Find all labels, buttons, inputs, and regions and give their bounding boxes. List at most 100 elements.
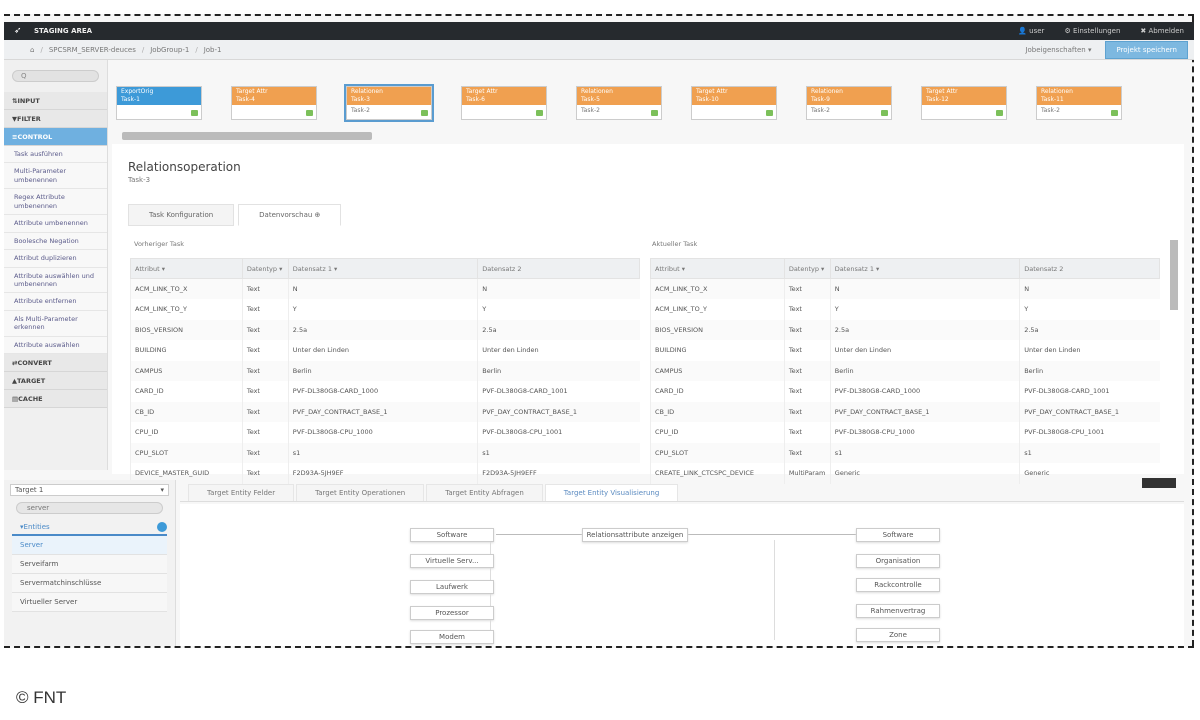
column-header[interactable]: Datensatz 2 xyxy=(477,258,640,279)
breadcrumb-item[interactable]: Job-1 xyxy=(204,46,222,54)
entities-header[interactable]: ▾ Entities xyxy=(12,520,167,536)
task-flow-scrollbar[interactable] xyxy=(122,132,372,140)
table-cell: PVF_DAY_CONTRACT_BASE_1 xyxy=(287,401,478,422)
tab-entity-queries[interactable]: Target Entity Abfragen xyxy=(426,484,543,501)
sidebar-item[interactable]: Attribute entfernen xyxy=(4,293,107,311)
entity-item[interactable]: Servermatchinschlüsse xyxy=(12,574,167,593)
task-node[interactable]: Relationen Task-9 Task-2 xyxy=(806,86,892,120)
table-cell: PVF-DL380G8-CARD_1000 xyxy=(829,381,1020,402)
task-node[interactable]: Target Attr Task-12 xyxy=(921,86,1007,120)
category-input[interactable]: ⇅ INPUT xyxy=(4,92,107,110)
sidebar-item[interactable]: Multi-Parameter umbenennen xyxy=(4,163,107,190)
settings-link[interactable]: ⚙ Einstellungen xyxy=(1064,27,1120,35)
table-row: BIOS_VERSION Text 2.5a 2.5a xyxy=(650,319,1160,340)
entity-item[interactable]: Serveifarm xyxy=(12,555,167,574)
rocket-icon: ➶ xyxy=(14,26,22,36)
task-header: Target Attr Task-4 xyxy=(232,87,316,105)
tab-entity-operations[interactable]: Target Entity Operationen xyxy=(296,484,425,501)
task-header: Relationen Task-5 xyxy=(577,87,661,105)
connector xyxy=(688,534,856,535)
sidebar-item[interactable]: Attribute umbenennen xyxy=(4,215,107,233)
task-node[interactable]: Target Attr Task-4 xyxy=(231,86,317,120)
table-cell: Y xyxy=(287,299,478,320)
task-node[interactable]: Relationen Task-11 Task-2 xyxy=(1036,86,1122,120)
category-convert[interactable]: ⇄ CONVERT xyxy=(4,354,107,373)
table-cell: N xyxy=(829,278,1020,299)
table-cell: 2.5a xyxy=(829,319,1020,340)
table-cell: PVF-DL380G8-CPU_1001 xyxy=(477,422,640,443)
entity-search-input[interactable]: server xyxy=(16,502,163,514)
task-node[interactable]: ExportOrig Task-1 xyxy=(116,86,202,120)
panel-toggle[interactable] xyxy=(1142,478,1176,488)
table-cell: Text xyxy=(783,278,831,299)
show-relations-button[interactable]: Relationsattribute anzeigen xyxy=(582,528,688,542)
entity-item[interactable]: Virtueller Server xyxy=(12,593,167,612)
task-node[interactable]: Relationen Task-5 Task-2 xyxy=(576,86,662,120)
category-cache[interactable]: ▤ CACHE xyxy=(4,390,107,409)
breadcrumb-item[interactable]: JobGroup-1 xyxy=(150,46,189,54)
table-cell: BUILDING xyxy=(130,340,243,361)
node-right[interactable]: Rackcontrolle xyxy=(856,578,940,592)
table-cell: Text xyxy=(241,422,289,443)
preview-scrollbar[interactable] xyxy=(1170,240,1178,310)
node-right[interactable]: Zone xyxy=(856,628,940,642)
add-icon[interactable] xyxy=(157,522,167,532)
tab-task-configuration[interactable]: Task Konfiguration xyxy=(128,204,235,226)
table-cell: BIOS_VERSION xyxy=(130,319,243,340)
breadcrumb-item[interactable]: SPCSRM_SERVER-deuces xyxy=(49,46,136,54)
panel-subtitle: Task-3 xyxy=(128,176,151,184)
node-left[interactable]: Software xyxy=(410,528,494,542)
table-cell: Text xyxy=(241,463,289,484)
column-header[interactable]: Attribut ▾ xyxy=(650,258,785,279)
node-left[interactable]: Virtuelle Serv... xyxy=(410,554,494,568)
home-icon[interactable]: ⌂ xyxy=(30,46,34,54)
column-header[interactable]: Attribut ▾ xyxy=(130,258,243,279)
table-cell: Text xyxy=(241,340,289,361)
task-footer xyxy=(232,105,316,109)
column-header[interactable]: Datensatz 2 xyxy=(1019,258,1160,279)
task-node[interactable]: Target Attr Task-10 xyxy=(691,86,777,120)
task-node[interactable]: Target Attr Task-6 xyxy=(461,86,547,120)
target-select[interactable]: Target 1 ▾ xyxy=(10,484,169,496)
table-cell: N xyxy=(1019,278,1160,299)
category-filter[interactable]: ▼ FILTER xyxy=(4,110,107,128)
column-header[interactable]: Datentyp ▾ xyxy=(241,258,289,279)
sidebar-item[interactable]: Attribute auswählen und umbenennen xyxy=(4,267,107,294)
check-icon xyxy=(421,110,428,116)
table-cell: CPU_ID xyxy=(650,422,785,443)
table-cell: PVF_DAY_CONTRACT_BASE_1 xyxy=(1019,401,1160,422)
check-icon xyxy=(191,110,198,116)
table-cell: Berlin xyxy=(1019,360,1160,381)
category-control[interactable]: ≡ CONTROL xyxy=(4,128,107,146)
job-properties-dropdown[interactable]: Jobeigenschaften ▾ xyxy=(1025,46,1091,54)
node-left[interactable]: Modem xyxy=(410,630,494,644)
node-right[interactable]: Rahmenvertrag xyxy=(856,604,940,618)
category-target[interactable]: ▲ TARGET xyxy=(4,372,107,391)
sidebar-item[interactable]: Attribute auswählen xyxy=(4,336,107,355)
tab-data-preview[interactable]: Datenvorschau ⊕ xyxy=(238,204,342,226)
sidebar-item[interactable]: Attribut duplizieren xyxy=(4,250,107,268)
sidebar-item[interactable]: Als Multi-Parameter erkennen xyxy=(4,310,107,337)
sidebar-item[interactable]: Regex Attribute umbenennen xyxy=(4,189,107,216)
node-right[interactable]: Software xyxy=(856,528,940,542)
tab-entity-visualization[interactable]: Target Entity Visualisierung xyxy=(544,484,679,501)
column-header[interactable]: Datensatz 1 ▾ xyxy=(829,258,1021,279)
node-right[interactable]: Organisation xyxy=(856,554,940,568)
task-node[interactable]: Relationen Task-3 Task-2 xyxy=(344,84,434,122)
table-cell: 2.5a xyxy=(1019,319,1160,340)
column-header[interactable]: Datensatz 1 ▾ xyxy=(287,258,479,279)
tab-entity-fields[interactable]: Target Entity Felder xyxy=(188,484,295,501)
save-project-button[interactable]: Projekt speichern xyxy=(1105,40,1188,59)
node-left[interactable]: Prozessor xyxy=(410,606,494,620)
entity-item[interactable]: Server xyxy=(12,536,167,555)
sidebar-item[interactable]: Task ausführen xyxy=(4,146,107,164)
logout-link[interactable]: ✖ Abmelden xyxy=(1140,27,1184,35)
user-menu[interactable]: 👤 user xyxy=(1018,27,1044,35)
table-cell: Text xyxy=(783,319,831,340)
column-header[interactable]: Datentyp ▾ xyxy=(783,258,831,279)
task-flow: ExportOrig Task-1 Target Attr Task-4 Relatio… xyxy=(116,64,1194,126)
search-input[interactable]: Q xyxy=(12,70,99,82)
node-left[interactable]: Laufwerk xyxy=(410,580,494,594)
sidebar-item[interactable]: Boolesche Negation xyxy=(4,232,107,251)
table-row: CPU_SLOT Text s1 s1 xyxy=(650,442,1160,463)
